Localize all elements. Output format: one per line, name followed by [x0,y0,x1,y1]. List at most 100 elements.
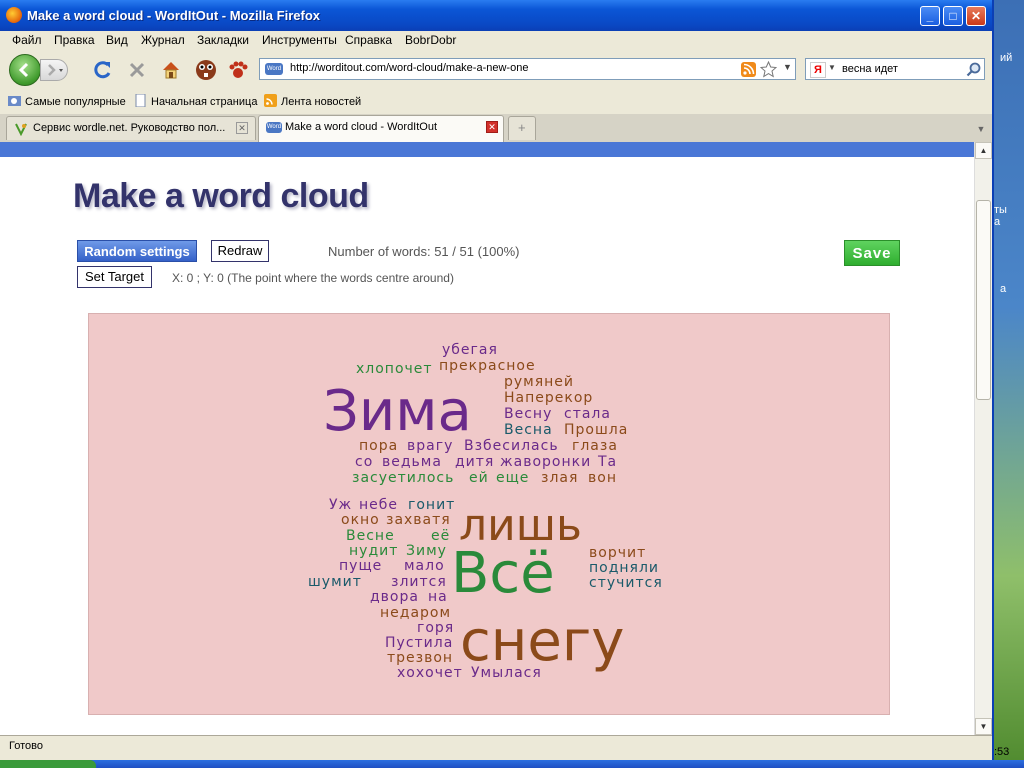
new-tab-button[interactable]: + [508,116,536,140]
cloud-word[interactable]: хохочет [397,666,463,680]
cloud-word[interactable]: Пустила [385,636,453,650]
address-bar[interactable]: Word http://worditout.com/word-cloud/mak… [259,58,796,80]
vertical-scrollbar[interactable]: ▲ ▼ [974,142,992,735]
cloud-word[interactable]: Всё [451,546,555,602]
cloud-word[interactable]: недаром [380,606,451,620]
set-target-button[interactable]: Set Target [77,266,152,288]
scroll-down-icon[interactable]: ▼ [975,718,992,735]
save-button[interactable]: Save [844,240,900,266]
home-icon[interactable] [160,59,182,81]
menu-file[interactable]: Файл [12,33,42,47]
cloud-word[interactable]: Зима [323,384,472,440]
cloud-word[interactable]: румяней [504,375,574,389]
cloud-word[interactable]: Взбесилась [464,439,559,453]
cloud-word[interactable]: снегу [460,614,624,670]
cloud-word[interactable]: пуще [339,559,382,573]
cloud-word[interactable]: глаза [572,439,618,453]
cloud-word[interactable]: трезвон [387,651,453,665]
cloud-word[interactable]: Умылася [471,666,542,680]
cloud-word[interactable]: хлопочет [356,362,433,376]
scroll-up-icon[interactable]: ▲ [975,142,992,159]
cloud-word[interactable]: Та [598,455,617,469]
cloud-word[interactable]: злится [391,575,447,589]
cloud-word[interactable]: мало [404,559,445,573]
cloud-word[interactable]: вон [588,471,617,485]
cloud-word[interactable]: врагу [407,439,453,453]
tab-close-icon[interactable]: ✕ [486,121,498,133]
yandex-icon[interactable]: Я [810,62,826,78]
forward-arrow-icon [48,64,63,76]
redraw-button[interactable]: Redraw [211,240,269,262]
tab-worditout[interactable]: Word Make a word cloud - WordItOut ✕ [258,115,504,142]
menu-bobrdobr[interactable]: BobrDobr [405,33,456,47]
scroll-thumb[interactable] [976,200,991,400]
maximize-button[interactable]: □ [943,6,963,26]
menu-edit[interactable]: Правка [54,33,95,47]
back-button[interactable] [9,54,41,86]
cloud-word[interactable]: жаворонки [500,455,591,469]
bookmark-home-page[interactable]: Начальная страница [134,94,257,108]
cloud-word[interactable]: окно [341,513,380,527]
menu-tools[interactable]: Инструменты [262,33,337,47]
cloud-word[interactable]: Зиму [406,544,447,558]
bookmark-star-icon[interactable] [760,61,777,78]
url-dropdown-icon[interactable]: ▼ [783,62,792,72]
reload-icon[interactable] [92,59,114,81]
cloud-word[interactable]: горя [417,621,454,635]
cloud-word[interactable]: Уж [329,498,352,512]
bookmark-most-popular[interactable]: Самые популярные [8,94,126,108]
cloud-word[interactable]: Весну [504,407,552,421]
start-button[interactable] [0,760,96,768]
tab-list-dropdown-icon[interactable]: ▼ [972,120,990,138]
search-bar[interactable]: Я ▼ весна идет [805,58,985,80]
cloud-word[interactable]: двора [370,590,419,604]
cloud-word[interactable]: Прошла [564,423,628,437]
rss-icon[interactable] [741,62,756,77]
cloud-word[interactable]: её [431,529,450,543]
menu-help[interactable]: Справка [345,33,392,47]
cloud-word[interactable]: дитя [455,455,494,469]
cloud-word[interactable]: Весна [504,423,553,437]
word-cloud[interactable]: убегая хлопочет прекрасное румяней Зима … [88,313,890,715]
search-query[interactable]: весна идет [842,63,898,75]
cloud-word[interactable]: нудит [349,544,398,558]
search-icon[interactable] [966,62,981,77]
bookmark-label: Самые популярные [25,96,126,108]
cloud-word[interactable]: стучится [589,576,663,590]
cloud-word[interactable]: пора [359,439,398,453]
cloud-word[interactable]: ведьма [382,455,442,469]
cloud-word[interactable]: ворчит [589,546,646,560]
cloud-word[interactable]: подняли [589,561,659,575]
cloud-word[interactable]: небе [359,498,398,512]
forward-button[interactable] [40,59,68,81]
paw-icon[interactable] [227,59,249,81]
bookmark-news-feed[interactable]: Лента новостей [264,94,361,108]
menu-history[interactable]: Журнал [141,33,185,47]
cloud-word[interactable]: засуетилось [352,471,454,485]
cloud-word[interactable]: злая [541,471,578,485]
minimize-button[interactable]: _ [920,6,940,26]
close-button[interactable]: ✕ [966,6,986,26]
cloud-word[interactable]: убегая [442,343,498,357]
stop-icon[interactable] [126,59,148,81]
wordle-favicon-icon [15,123,27,136]
cloud-word[interactable]: захватя [386,513,451,527]
engine-dropdown-icon[interactable]: ▼ [828,63,836,72]
menu-bookmarks[interactable]: Закладки [197,33,249,47]
cloud-word[interactable]: еще [496,471,529,485]
url-text[interactable]: http://worditout.com/word-cloud/make-a-n… [290,62,528,74]
cloud-word[interactable]: шумит [308,575,362,589]
cloud-word[interactable]: Весне [346,529,395,543]
cloud-word[interactable]: стала [564,407,611,421]
beaver-icon[interactable] [193,56,219,82]
cloud-word[interactable]: гонит [408,498,455,512]
cloud-word[interactable]: Наперекор [504,391,593,405]
menu-view[interactable]: Вид [106,33,128,47]
cloud-word[interactable]: ей [469,471,489,485]
random-settings-button[interactable]: Random settings [77,240,197,262]
cloud-word[interactable]: со [355,455,373,469]
cloud-word[interactable]: прекрасное [439,359,536,373]
tab-wordle[interactable]: Сервис wordle.net. Руководство пол... ✕ [6,116,256,140]
cloud-word[interactable]: на [428,590,448,604]
tab-close-icon[interactable]: ✕ [236,122,248,134]
